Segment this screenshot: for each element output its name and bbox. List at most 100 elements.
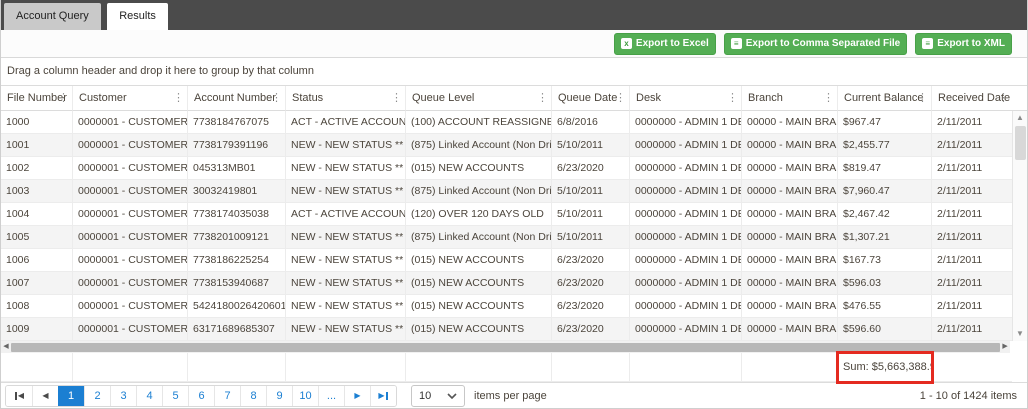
page-button-10[interactable]: 10 [292,386,318,406]
table-row[interactable]: 10040000001 - CUSTOMER ONE7738174035038A… [1,203,1012,226]
tab-account-query[interactable]: Account Query [4,3,101,30]
grid-cell: $2,455.77 [838,134,932,157]
column-menu-icon[interactable]: ⋮ [58,91,69,105]
column-header-account-number[interactable]: Account Number⋮ [188,86,286,111]
grid-cell: 2/11/2011 [932,157,1012,180]
table-row[interactable]: 10020000001 - CUSTOMER ONE045313MB01NEW … [1,157,1012,180]
grid-cell: 0000000 - ADMIN 1 DESK [630,180,742,203]
table-row[interactable]: 10010000001 - CUSTOMER ONE7738179391196N… [1,134,1012,157]
grid-cell: 1007 [1,272,73,295]
grid-cell: ACT - ACTIVE ACCOUNT ** [286,111,406,134]
export-to-excel-button[interactable]: Export to Excel [614,33,716,55]
grid-cell: 00000 - MAIN BRANCH [742,157,838,180]
grid-cell: (100) ACCOUNT REASSIGNED [406,111,552,134]
column-header-file-number[interactable]: File Number⋮ [1,86,73,111]
column-header-label: Queue Date [558,92,617,104]
horizontal-scrollbar[interactable]: ◀ ▶ [1,341,1010,353]
grid-cell: 1009 [1,318,73,341]
table-row[interactable]: 10050000001 - CUSTOMER ONE7738201009121N… [1,226,1012,249]
export-to-csv-label: Export to Comma Separated File [746,38,900,49]
scroll-left-icon[interactable]: ◀ [1,341,11,353]
column-header-queue-level[interactable]: Queue Level⋮ [406,86,552,111]
footer-cell [552,353,630,382]
scroll-right-icon[interactable]: ▶ [1000,341,1010,353]
grid-cell: (015) NEW ACCOUNTS [406,272,552,295]
grid-cell: 0000001 - CUSTOMER ONE [73,318,188,341]
table-row[interactable]: 10080000001 - CUSTOMER ONE54241800264206… [1,295,1012,318]
grid-cell: 2/11/2011 [932,249,1012,272]
column-header-received-date[interactable]: Received Date⋮ [932,86,1012,111]
column-menu-icon[interactable]: ⋮ [998,91,1009,105]
grid-cell: 6/23/2020 [552,249,630,272]
column-menu-icon[interactable]: ⋮ [391,91,402,105]
column-menu-icon[interactable]: ⋮ [727,91,738,105]
column-menu-icon[interactable]: ⋮ [271,91,282,105]
export-to-xml-button[interactable]: Export to XML [915,33,1012,55]
grid-cell: 00000 - MAIN BRANCH [742,272,838,295]
column-menu-icon[interactable]: ⋮ [823,91,834,105]
column-header-queue-date[interactable]: Queue Date⋮ [552,86,630,111]
column-header-branch[interactable]: Branch⋮ [742,86,838,111]
grid-cell: 0000001 - CUSTOMER ONE [73,295,188,318]
grid-cell: 6/23/2020 [552,318,630,341]
grid-header: File Number⋮Customer⋮Account Number⋮Stat… [1,85,1027,111]
scroll-up-icon[interactable]: ▲ [1016,111,1024,125]
grid-header-table: File Number⋮Customer⋮Account Number⋮Stat… [1,86,1012,111]
grid-cell: 1005 [1,226,73,249]
grid-cell: 5/10/2011 [552,134,630,157]
page-button-9[interactable]: 9 [266,386,292,406]
tab-bar: Account Query Results [1,0,1027,30]
page-button-3[interactable]: 3 [110,386,136,406]
grid-cell: 045313MB01 [188,157,286,180]
vertical-scrollbar-thumb[interactable] [1015,126,1026,160]
column-menu-icon[interactable]: ⋮ [615,91,626,105]
column-header-current-balance[interactable]: Current Balance⋮ [838,86,932,111]
grid-cell: 0000001 - CUSTOMER ONE [73,203,188,226]
page-button-8[interactable]: 8 [240,386,266,406]
grid-cell: 6/23/2020 [552,295,630,318]
page-button-7[interactable]: 7 [214,386,240,406]
vertical-scrollbar[interactable]: ▲ ▼ [1012,111,1027,341]
page-button-1[interactable]: 1 [58,386,84,406]
page-size-value: 10 [419,390,431,402]
page-button-5[interactable]: 5 [162,386,188,406]
table-row[interactable]: 10090000001 - CUSTOMER ONE63171689685307… [1,318,1012,341]
column-menu-icon[interactable]: ⋮ [537,91,548,105]
grid-cell: $2,467.42 [838,203,932,226]
sum-total-cell: Sum: $5,663,388.98 [838,353,932,382]
page-button-...[interactable]: ... [318,386,344,406]
previous-page-button[interactable]: ◀ [32,386,58,406]
page-button-6[interactable]: 6 [188,386,214,406]
grid-cell: 0000001 - CUSTOMER ONE [73,134,188,157]
table-row[interactable]: 10000000001 - CUSTOMER ONE7738184767075A… [1,111,1012,134]
column-menu-icon[interactable]: ⋮ [173,91,184,105]
next-page-button[interactable]: ▶ [344,386,370,406]
footer-cell [73,353,188,382]
group-by-drop-zone[interactable]: Drag a column header and drop it here to… [1,58,1027,85]
column-header-customer[interactable]: Customer⋮ [73,86,188,111]
grid-cell: 00000 - MAIN BRANCH [742,295,838,318]
table-row[interactable]: 10060000001 - CUSTOMER ONE7738186225254N… [1,249,1012,272]
export-to-csv-button[interactable]: Export to Comma Separated File [724,33,907,55]
tab-results[interactable]: Results [107,3,168,30]
page-button-4[interactable]: 4 [136,386,162,406]
export-toolbar: Export to Excel Export to Comma Separate… [1,30,1027,58]
table-row[interactable]: 10070000001 - CUSTOMER ONE7738153940687N… [1,272,1012,295]
last-page-button[interactable]: ▶ [370,386,396,406]
column-header-desk[interactable]: Desk⋮ [630,86,742,111]
grid-cell: 7738153940687 [188,272,286,295]
grid-cell: 0000000 - ADMIN 1 DESK [630,318,742,341]
scroll-down-icon[interactable]: ▼ [1016,327,1024,341]
page-button-2[interactable]: 2 [84,386,110,406]
first-page-button[interactable]: ◀ [6,386,32,406]
grid-cell: 0000001 - CUSTOMER ONE [73,249,188,272]
horizontal-scrollbar-thumb[interactable] [11,343,1000,352]
grid-cell: 00000 - MAIN BRANCH [742,226,838,249]
grid-cell: 00000 - MAIN BRANCH [742,111,838,134]
table-row[interactable]: 10030000001 - CUSTOMER ONE30032419801NEW… [1,180,1012,203]
column-header-status[interactable]: Status⋮ [286,86,406,111]
grid-cell: 7738184767075 [188,111,286,134]
page-size-select[interactable]: 10 [411,385,465,407]
items-range-label: 1 - 10 of 1424 items [920,390,1017,402]
column-menu-icon[interactable]: ⋮ [917,91,928,105]
